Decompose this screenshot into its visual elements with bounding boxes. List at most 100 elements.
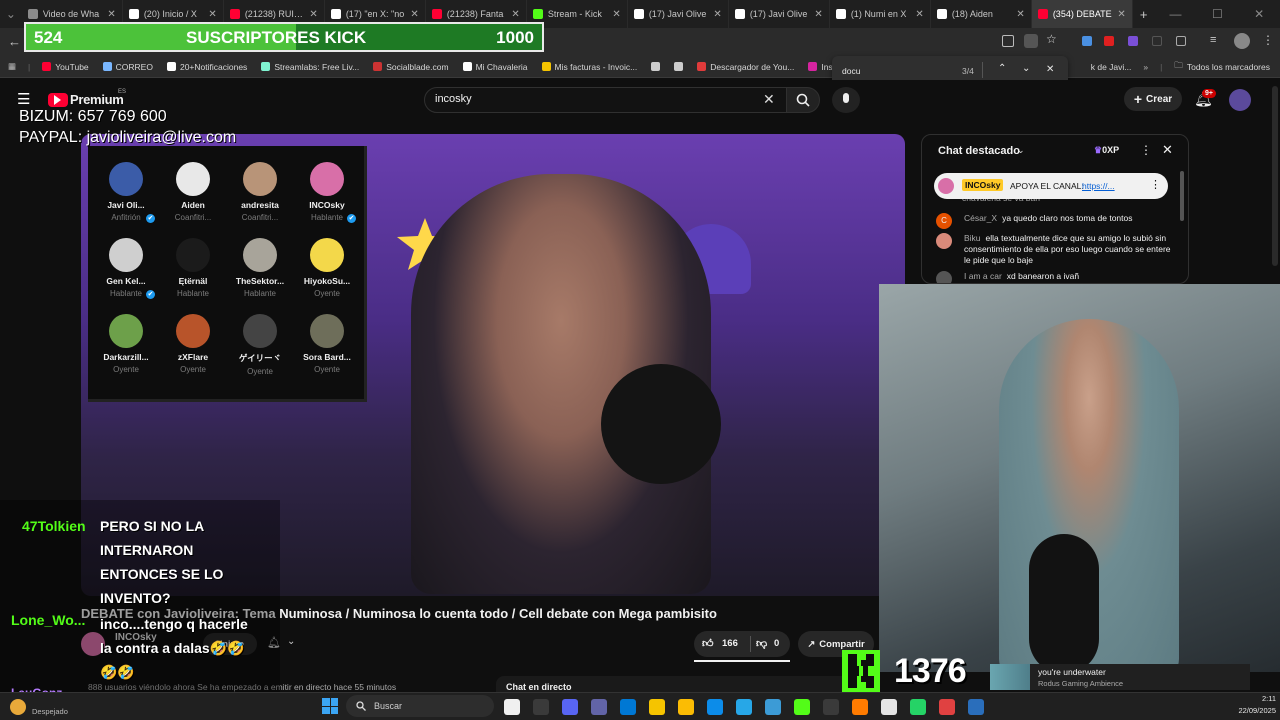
- bookmark-item[interactable]: Socialblade.com: [373, 62, 449, 72]
- space-participant[interactable]: Ętërnäl Hablante: [160, 238, 226, 298]
- profile-avatar[interactable]: [1234, 33, 1250, 49]
- chevron-down-icon[interactable]: ⌄: [1017, 145, 1025, 156]
- taskbar-app-icon[interactable]: [562, 699, 578, 715]
- back-icon[interactable]: ←: [8, 34, 21, 49]
- weather-text[interactable]: Despejado: [32, 707, 68, 716]
- search-button[interactable]: [786, 87, 820, 113]
- space-participant[interactable]: ゲイリーヾ Oyente: [227, 314, 293, 376]
- taskbar-app-icon[interactable]: [591, 699, 607, 715]
- tab-close-icon[interactable]: ✕: [107, 9, 115, 20]
- search-input[interactable]: incosky ✕: [424, 87, 788, 113]
- close-chat-icon[interactable]: ✕: [1162, 142, 1173, 158]
- taskbar-app-icon[interactable]: [620, 699, 636, 715]
- tab-close-icon[interactable]: ✕: [410, 9, 418, 20]
- minimize-icon[interactable]: —: [1155, 7, 1197, 21]
- find-next-icon[interactable]: ⌄: [1022, 63, 1030, 74]
- chat-author[interactable]: César_X: [964, 213, 997, 223]
- taskbar-app-icon[interactable]: [649, 699, 665, 715]
- page-scrollbar[interactable]: [1272, 86, 1278, 266]
- taskbar-app-icon[interactable]: [678, 699, 694, 715]
- pinned-more-icon[interactable]: ⋮: [1150, 178, 1161, 191]
- screen-cast-icon[interactable]: [1002, 35, 1014, 47]
- find-input[interactable]: docu: [842, 66, 860, 76]
- browser-tab[interactable]: (354) DEBATE ✕: [1031, 0, 1133, 28]
- find-previous-icon[interactable]: ⌃: [998, 63, 1006, 74]
- tab-close-icon[interactable]: ✕: [208, 9, 216, 20]
- tab-list-chevron-icon[interactable]: ⌄: [0, 7, 22, 21]
- bookmark-item[interactable]: [674, 62, 684, 72]
- space-participant[interactable]: andresita Coanfitri...: [227, 162, 293, 222]
- taskbar-app-icon[interactable]: [533, 699, 549, 715]
- taskbar-app-icon[interactable]: [910, 699, 926, 715]
- space-participant[interactable]: INCOsky Hablante ✔: [294, 162, 360, 223]
- xp-badge[interactable]: ♛0XP: [1094, 145, 1119, 156]
- new-tab-button[interactable]: +: [1133, 7, 1155, 22]
- clear-search-icon[interactable]: ✕: [763, 91, 775, 108]
- youtube-premium-logo[interactable]: Premium: [70, 92, 124, 107]
- taskbar-app-icon[interactable]: [707, 699, 723, 715]
- extension-purple-icon[interactable]: [1128, 36, 1138, 46]
- account-avatar[interactable]: [1229, 89, 1251, 111]
- browser-tab[interactable]: (1) Numi en X ✕: [830, 0, 931, 28]
- create-button[interactable]: + Crear: [1124, 87, 1182, 111]
- extensions-puzzle-icon[interactable]: [1176, 36, 1186, 46]
- space-participant[interactable]: Sora Bard... Oyente: [294, 314, 360, 374]
- apps-grid-icon[interactable]: ▦: [8, 61, 16, 72]
- tab-close-icon[interactable]: ✕: [612, 9, 620, 20]
- all-bookmarks-folder[interactable]: 🗀 Todos los marcadores: [1174, 60, 1270, 74]
- like-icon[interactable]: 👍︎: [702, 637, 714, 650]
- space-participant[interactable]: zXFlare Oyente: [160, 314, 226, 374]
- bookmark-item[interactable]: CORREO: [102, 62, 153, 72]
- pinned-message[interactable]: INCOsky APOYA EL CANAL: https://... ⋮: [934, 173, 1168, 199]
- extension-translate-icon[interactable]: [1082, 36, 1092, 46]
- taskbar-app-icon[interactable]: [736, 699, 752, 715]
- chat-author[interactable]: I am a car: [964, 271, 1002, 281]
- taskbar-app-icon[interactable]: [968, 699, 984, 715]
- extension-grey-icon[interactable]: [1152, 36, 1162, 46]
- taskbar-app-icon[interactable]: [794, 699, 810, 715]
- pinned-link[interactable]: https://...: [1082, 181, 1115, 191]
- bookmark-item[interactable]: 20+Notificaciones: [166, 62, 247, 72]
- subscribe-chevron-icon[interactable]: ⌄: [287, 636, 295, 647]
- space-participant[interactable]: HiyokoSu... Oyente: [294, 238, 360, 298]
- system-clock[interactable]: 2:11 22/09/2025: [1224, 693, 1276, 717]
- start-windows-icon[interactable]: [322, 698, 338, 714]
- page-icon[interactable]: [1024, 34, 1038, 48]
- extension-youtube-icon[interactable]: [1104, 36, 1114, 46]
- weather-icon[interactable]: [10, 699, 26, 715]
- space-participant[interactable]: Javi Oli... Anfitrión ✔: [93, 162, 159, 223]
- space-participant[interactable]: Aiden Coanfitri...: [160, 162, 226, 222]
- browser-tab[interactable]: (17) Javi Olive ✕: [729, 0, 830, 28]
- tab-close-icon[interactable]: ✕: [915, 9, 923, 20]
- maximize-icon[interactable]: ☐: [1196, 7, 1238, 21]
- chevron-right-icon[interactable]: »: [1143, 62, 1148, 72]
- space-participant[interactable]: Gen Kel... Hablante ✔: [93, 238, 159, 299]
- menu-list-icon[interactable]: ≡: [1210, 34, 1216, 46]
- taskbar-app-icon[interactable]: [765, 699, 781, 715]
- dislike-count[interactable]: 0: [774, 638, 779, 649]
- browser-tab[interactable]: (17) Javi Olive ✕: [628, 0, 729, 28]
- taskbar-app-icon[interactable]: [823, 699, 839, 715]
- taskbar-app-icon[interactable]: [852, 699, 868, 715]
- bookmark-overflow[interactable]: k de Javi...: [1091, 62, 1132, 72]
- taskbar-app-icon[interactable]: [881, 699, 897, 715]
- bookmark-item[interactable]: Descargador de You...: [697, 62, 794, 72]
- chat-author[interactable]: Biku: [964, 233, 981, 243]
- more-options-icon[interactable]: ⋮: [1262, 33, 1274, 47]
- tab-close-icon[interactable]: ✕: [1016, 9, 1024, 20]
- bookmark-item[interactable]: YouTube: [42, 62, 89, 72]
- tab-close-icon[interactable]: ✕: [814, 9, 822, 20]
- bookmark-item[interactable]: [651, 62, 661, 72]
- like-count[interactable]: 166: [722, 638, 738, 649]
- taskbar-app-icon[interactable]: [504, 699, 520, 715]
- chat-more-icon[interactable]: ⋮: [1140, 143, 1152, 157]
- chat-mode-dropdown[interactable]: Chat destacado: [938, 145, 1020, 157]
- taskbar-app-icon[interactable]: [939, 699, 955, 715]
- bookmark-item[interactable]: Streamlabs: Free Liv...: [261, 62, 359, 72]
- tab-close-icon[interactable]: ✕: [1117, 9, 1125, 20]
- tab-close-icon[interactable]: ✕: [511, 9, 519, 20]
- hamburger-menu-icon[interactable]: ☰: [17, 90, 30, 108]
- close-window-icon[interactable]: ✕: [1238, 7, 1280, 21]
- bookmark-item[interactable]: Mi Chavaleria: [462, 62, 528, 72]
- bookmark-item[interactable]: Mis facturas - Invoic...: [541, 62, 637, 72]
